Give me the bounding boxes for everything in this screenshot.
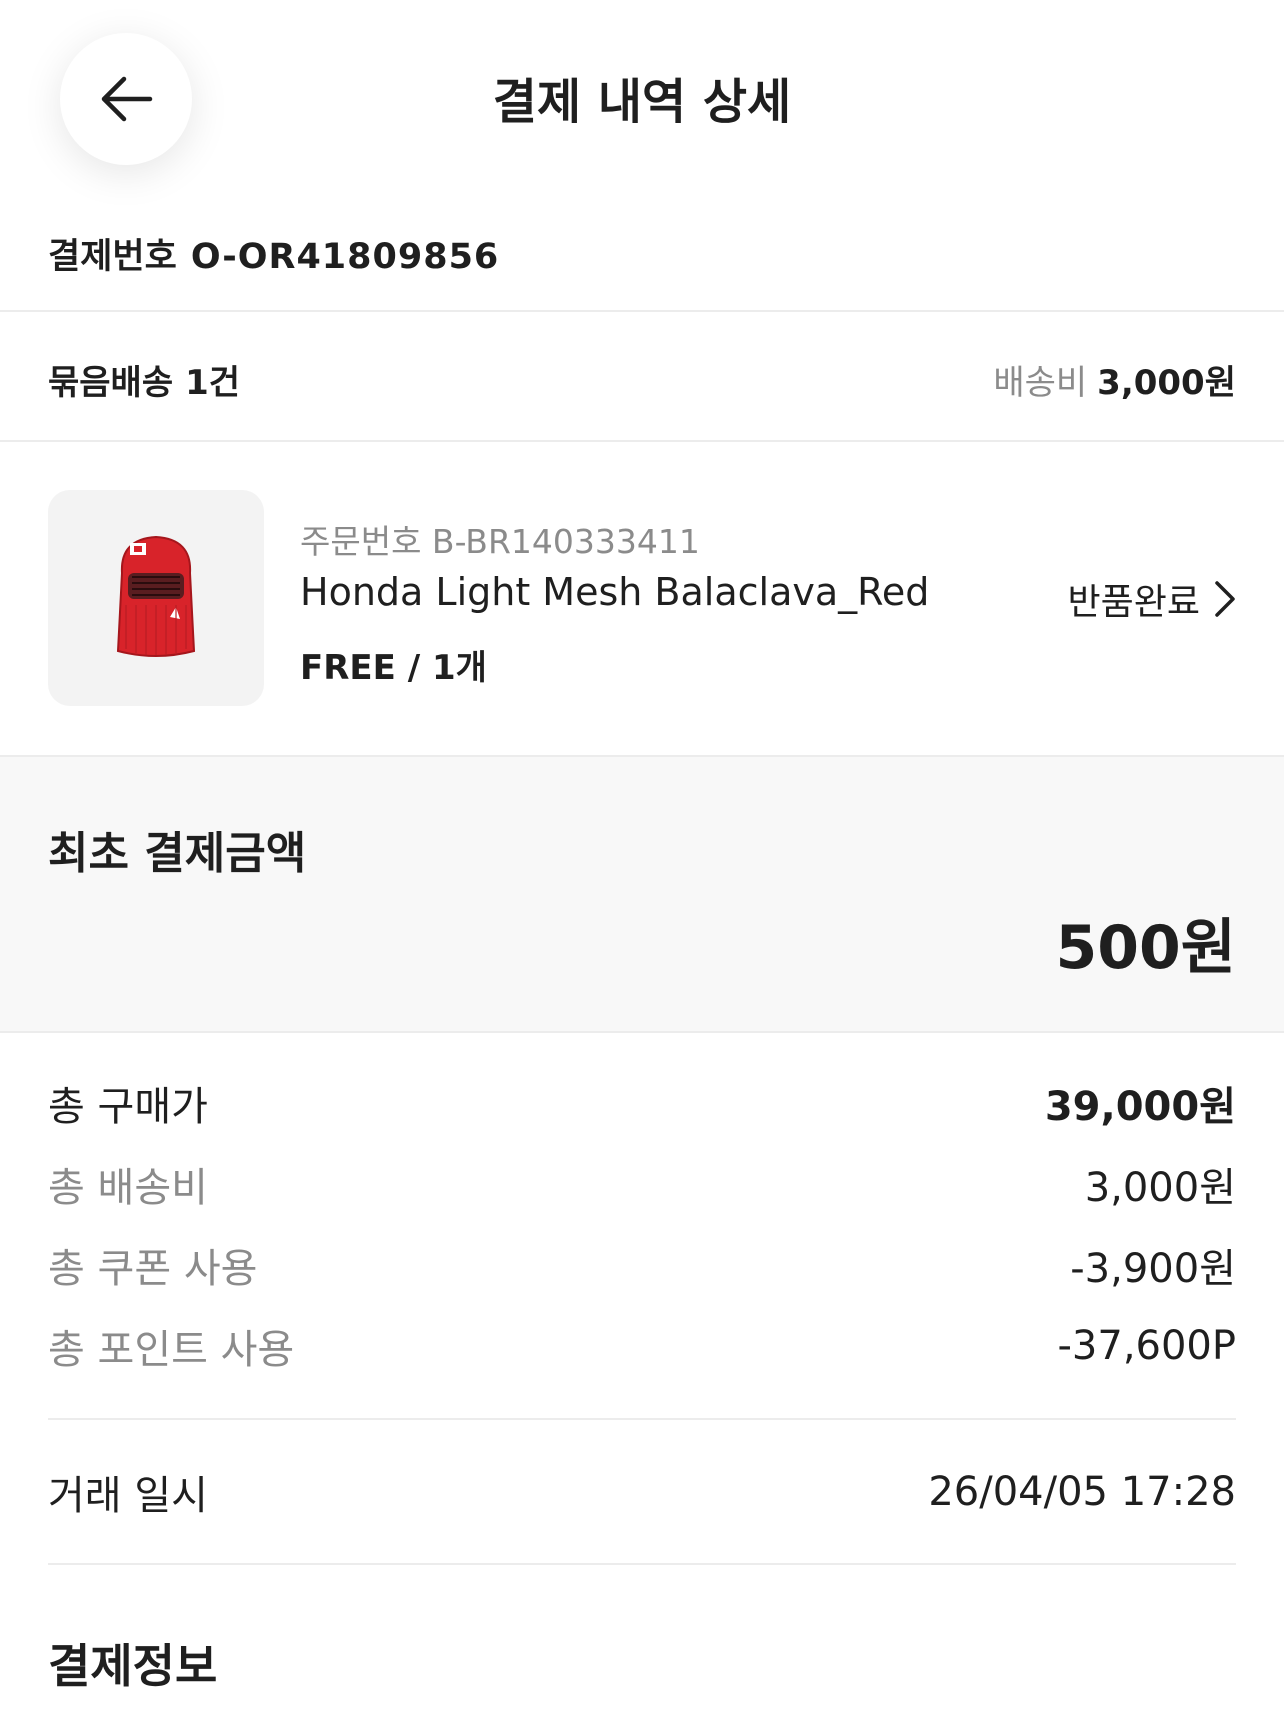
total-coupon-label: 총 쿠폰 사용 <box>48 1246 258 1292</box>
payment-number: 결제번호 O-OR41809856 <box>48 228 499 279</box>
payment-number-label: 결제번호 <box>48 237 177 277</box>
divider <box>0 440 1284 442</box>
product-thumbnail[interactable] <box>48 490 264 706</box>
page-title: 결제 내역 상세 <box>492 74 792 130</box>
transaction-row: 거래 일시 26/04/05 17:28 <box>48 1464 1236 1520</box>
payment-number-value: O-OR41809856 <box>190 237 500 277</box>
total-price-label: 총 구매가 <box>48 1084 208 1130</box>
bundle-shipping: 묶음배송 1건 <box>48 355 240 404</box>
total-shipping-label: 총 배송비 <box>48 1165 208 1211</box>
shipping-fee-value: 3,000원 <box>1097 363 1236 403</box>
bundle-count: 1건 <box>185 363 241 403</box>
chevron-right-icon <box>1215 581 1235 617</box>
divider <box>0 310 1284 312</box>
total-price-row: 총 구매가 39,000원 <box>48 1075 1236 1131</box>
payment-info-title: 결제정보 <box>48 1639 218 1693</box>
transaction-label: 거래 일시 <box>48 1473 208 1519</box>
total-point-row: 총 포인트 사용 -37,600P <box>48 1318 1236 1374</box>
payment-detail-page: 결제 내역 상세 결제번호 O-OR41809856 묶음배송 1건 배송비 3,00… <box>0 0 1284 1712</box>
total-price-value: 39,000원 <box>1044 1084 1236 1130</box>
initial-payment-amount: 500원 <box>1055 913 1236 983</box>
total-coupon-row: 총 쿠폰 사용 -3,900원 <box>48 1237 1236 1293</box>
total-point-label: 총 포인트 사용 <box>48 1327 295 1373</box>
order-number: 주문번호 B-BR140333411 <box>300 522 700 561</box>
return-status-link[interactable]: 반품완료 <box>1068 574 1236 624</box>
header: 결제 내역 상세 <box>0 0 1284 200</box>
divider <box>48 1563 1236 1565</box>
initial-payment-label: 최초 결제금액 <box>48 828 307 879</box>
initial-payment-section: 최초 결제금액 500원 <box>0 757 1284 1031</box>
divider <box>48 1418 1236 1420</box>
bundle-shipping-label: 묶음배송 <box>48 363 174 403</box>
product-name[interactable]: Honda Light Mesh Balaclava_Red <box>300 570 929 614</box>
divider <box>0 1031 1284 1033</box>
total-shipping-row: 총 배송비 3,000원 <box>48 1156 1236 1212</box>
shipping-fee-label: 배송비 <box>993 363 1088 403</box>
total-coupon-value: -3,900원 <box>1070 1246 1236 1292</box>
transaction-datetime: 26/04/05 17:28 <box>928 1469 1236 1515</box>
return-status-label: 반품완료 <box>1067 582 1200 623</box>
shipping-fee: 배송비 3,000원 <box>993 355 1236 404</box>
red-mesh-balaclava-image <box>116 535 196 657</box>
product-option: FREE / 1개 <box>300 648 487 688</box>
total-shipping-value: 3,000원 <box>1084 1165 1236 1211</box>
total-point-value: -37,600P <box>1057 1323 1236 1369</box>
